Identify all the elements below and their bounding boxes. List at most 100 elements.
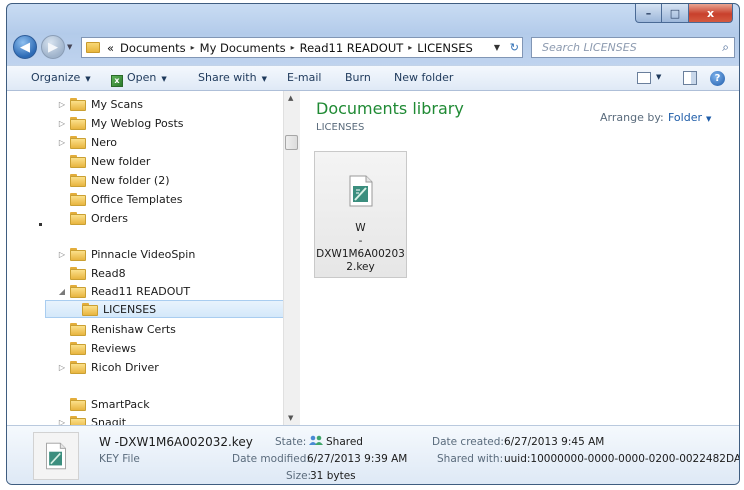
open-button[interactable]: x Open ▼ xyxy=(111,71,167,87)
folder-icon xyxy=(70,211,86,225)
tree-item-orders[interactable]: Orders xyxy=(57,209,128,227)
expand-arrow-icon[interactable]: ▷ xyxy=(57,138,67,147)
share-with-button[interactable]: Share with ▼ xyxy=(198,71,267,84)
created-value: 6/27/2013 9:45 AM xyxy=(504,436,605,448)
breadcrumb-separator-icon[interactable]: ▸ xyxy=(291,43,295,52)
recent-pages-dropdown-icon[interactable]: ▼ xyxy=(67,43,72,51)
navigation-pane[interactable]: ▷ My Scans ▷ My Weblog Posts ▷ Nero New … xyxy=(7,91,292,425)
file-item[interactable]: W -DXW1M6A00203 2.key xyxy=(314,151,407,278)
shared-with-label: Shared with: xyxy=(437,453,504,465)
scrollbar-thumb[interactable] xyxy=(285,135,298,150)
address-bar[interactable]: « Documents ▸ My Documents ▸ Read11 READ… xyxy=(81,37,523,58)
shared-users-icon xyxy=(309,435,323,445)
chevron-down-icon: ▼ xyxy=(161,75,167,83)
folder-icon xyxy=(70,116,86,130)
folder-icon xyxy=(70,97,86,111)
tree-item-read8[interactable]: Read8 xyxy=(57,264,126,282)
details-file-name: W -DXW1M6A002032.key xyxy=(99,435,253,449)
library-title: Documents library xyxy=(316,99,464,118)
tree-item-label: Read11 READOUT xyxy=(91,284,191,298)
address-dropdown-icon[interactable]: ▼ xyxy=(494,43,500,52)
collapse-arrow-icon[interactable]: ◢ xyxy=(57,287,67,296)
state-label: State: xyxy=(275,436,307,448)
search-box[interactable]: Search LICENSES ⌕ xyxy=(531,37,735,58)
tree-item-ricoh-driver[interactable]: ▷ Ricoh Driver xyxy=(57,358,159,376)
refresh-icon[interactable]: ↻ xyxy=(510,41,519,54)
window-controls: – □ x xyxy=(635,4,733,23)
state-value: Shared xyxy=(309,435,363,448)
state-value-text: Shared xyxy=(326,436,363,448)
nav-pane-scrollbar[interactable]: ▲ ▼ xyxy=(283,91,300,425)
file-list-pane[interactable]: Documents library LICENSES Arrange by: F… xyxy=(300,91,739,425)
title-bar[interactable]: – □ x xyxy=(7,4,739,30)
tree-item-new-folder[interactable]: New folder xyxy=(57,152,150,170)
tree-item-snagit[interactable]: ▷ Snagit xyxy=(57,413,126,425)
breadcrumb-separator-icon[interactable]: ▸ xyxy=(408,43,412,52)
email-button[interactable]: E-mail xyxy=(287,71,322,84)
tree-item-label: SmartPack xyxy=(91,397,150,411)
close-button[interactable]: x xyxy=(689,4,733,23)
folder-icon xyxy=(70,415,86,425)
forward-arrow-icon: ▶ xyxy=(48,39,58,55)
folder-icon xyxy=(70,247,86,261)
back-arrow-icon: ◀ xyxy=(20,39,30,55)
minimize-button[interactable]: – xyxy=(635,4,662,23)
expand-arrow-icon[interactable]: ▷ xyxy=(57,100,67,109)
preview-pane-icon[interactable] xyxy=(683,71,697,85)
focus-dot xyxy=(39,223,42,226)
scroll-up-icon[interactable]: ▲ xyxy=(288,94,293,102)
key-file-icon xyxy=(349,175,373,207)
burn-button[interactable]: Burn xyxy=(345,71,371,84)
tree-item-reviews[interactable]: Reviews xyxy=(57,339,136,357)
view-dropdown-icon[interactable]: ▼ xyxy=(656,73,661,81)
breadcrumb-licenses[interactable]: LICENSES xyxy=(417,41,473,55)
tree-item-office-templates[interactable]: Office Templates xyxy=(57,190,183,208)
breadcrumb-documents[interactable]: Documents xyxy=(120,41,186,55)
tree-item-nero[interactable]: ▷ Nero xyxy=(57,133,117,151)
tree-item-read11-readout[interactable]: ◢ Read11 READOUT xyxy=(57,282,190,300)
folder-icon xyxy=(82,302,98,316)
breadcrumb-read11-readout[interactable]: Read11 READOUT xyxy=(300,41,404,55)
tree-item-my-weblog-posts[interactable]: ▷ My Weblog Posts xyxy=(57,114,184,132)
scroll-down-icon[interactable]: ▼ xyxy=(288,414,293,422)
arrange-by-dropdown[interactable]: Folder ▼ xyxy=(668,111,711,124)
tree-item-label: Snagit xyxy=(91,415,127,426)
breadcrumb-overflow[interactable]: « xyxy=(107,41,114,55)
change-view-icon[interactable] xyxy=(637,72,651,84)
tree-item-label: Orders xyxy=(91,211,128,225)
expand-arrow-icon[interactable]: ▷ xyxy=(57,119,67,128)
tree-item-label: New folder xyxy=(91,154,151,168)
tree-item-renishaw-certs[interactable]: Renishaw Certs xyxy=(57,320,176,338)
tree-item-new-folder-2[interactable]: New folder (2) xyxy=(57,171,170,189)
tree-item-my-scans[interactable]: ▷ My Scans xyxy=(57,95,143,113)
back-button[interactable]: ◀ xyxy=(13,35,37,59)
organize-button[interactable]: Organize ▼ xyxy=(31,71,91,84)
expand-arrow-icon[interactable]: ▷ xyxy=(57,363,67,372)
size-label: Size: xyxy=(286,470,312,482)
tree-item-label: My Weblog Posts xyxy=(91,116,184,130)
command-bar: Organize ▼ x Open ▼ Share with ▼ E-mail Burn… xyxy=(7,65,739,91)
open-with-icon: x xyxy=(111,75,123,87)
expand-arrow-icon[interactable]: ▷ xyxy=(57,250,67,259)
forward-button[interactable]: ▶ xyxy=(41,35,65,59)
created-label: Date created: xyxy=(432,436,504,448)
folder-icon xyxy=(70,173,86,187)
expand-arrow-icon[interactable]: ▷ xyxy=(57,418,67,426)
tree-item-label: Office Templates xyxy=(91,192,183,206)
tree-item-label: Read8 xyxy=(91,266,126,280)
tree-item-label: Reviews xyxy=(91,341,136,355)
folder-icon xyxy=(70,192,86,206)
maximize-button[interactable]: □ xyxy=(662,4,689,23)
new-folder-button[interactable]: New folder xyxy=(394,71,453,84)
help-icon[interactable]: ? xyxy=(710,71,725,86)
tree-item-smartpack[interactable]: SmartPack xyxy=(57,395,150,413)
search-input[interactable]: Search LICENSES xyxy=(542,41,637,54)
breadcrumb-separator-icon[interactable]: ▸ xyxy=(191,43,195,52)
breadcrumb-my-documents[interactable]: My Documents xyxy=(200,41,286,55)
search-icon[interactable]: ⌕ xyxy=(722,40,729,55)
folder-icon xyxy=(70,322,86,336)
tree-item-licenses[interactable]: LICENSES xyxy=(69,300,156,318)
folder-icon xyxy=(70,341,86,355)
tree-item-pinnacle-videospin[interactable]: ▷ Pinnacle VideoSpin xyxy=(57,245,195,263)
folder-icon xyxy=(70,154,86,168)
